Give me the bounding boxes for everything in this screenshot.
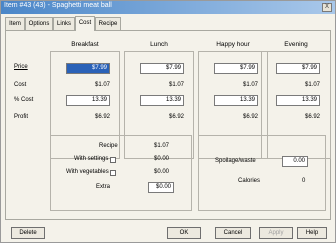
- recipe-label: Recipe: [99, 143, 118, 149]
- spoilage-label: Spoilage/waste: [215, 158, 256, 164]
- breakfast-header: Breakfast: [71, 41, 99, 48]
- happy-hour-price-input[interactable]: $7.99: [214, 63, 258, 74]
- evening-price-input[interactable]: $7.99: [276, 63, 320, 74]
- evening-cost-value: $1.07: [304, 82, 320, 88]
- title-bar: Item #43 (43) - Spaghetti meat ball X: [1, 1, 335, 14]
- happy-hour-profit-value: $6.92: [242, 114, 258, 120]
- tab-item[interactable]: Item: [5, 17, 25, 30]
- with-vegetables-checkbox[interactable]: [110, 170, 116, 176]
- tab-options[interactable]: Options: [25, 17, 53, 30]
- tab-links[interactable]: Links: [53, 17, 75, 30]
- breakfast-cost-value: $1.07: [94, 82, 110, 88]
- help-button[interactable]: Help: [297, 227, 327, 239]
- cancel-button[interactable]: Cancel: [215, 227, 251, 239]
- extra-input[interactable]: $0.00: [148, 182, 174, 193]
- ok-button[interactable]: OK: [167, 227, 201, 239]
- breakfast-profit-value: $6.92: [94, 114, 110, 120]
- delete-button[interactable]: Delete: [11, 227, 45, 239]
- window-title: Item #43 (43) - Spaghetti meat ball: [4, 2, 112, 9]
- lunch-profit-value: $6.92: [168, 114, 184, 120]
- with-settings-label: With settings: [74, 156, 109, 162]
- spoilage-group: [198, 135, 326, 211]
- cost-label: Cost: [14, 82, 27, 88]
- happy-hour-pct-cost-input[interactable]: 13.39: [214, 95, 258, 106]
- breakfast-pct-cost-input[interactable]: 13.39: [66, 95, 110, 106]
- lunch-header: Lunch: [150, 41, 168, 48]
- lunch-cost-value: $1.07: [168, 82, 184, 88]
- with-vegetables-label: With vegetables: [66, 169, 109, 175]
- calories-value: 0: [302, 178, 306, 184]
- profit-label: Profit: [14, 114, 29, 120]
- evening-pct-cost-input[interactable]: 13.39: [276, 95, 320, 106]
- cost-panel: Price Cost % Cost Profit Breakfast $7.99…: [5, 30, 331, 220]
- recipe-value: $1.07: [154, 143, 170, 149]
- extra-label: Extra: [96, 184, 111, 190]
- tab-cost[interactable]: Cost: [75, 16, 95, 31]
- evening-header: Evening: [284, 41, 308, 48]
- lunch-pct-cost-input[interactable]: 13.39: [140, 95, 184, 106]
- tab-recipe[interactable]: Recipe: [95, 17, 121, 30]
- lunch-price-input[interactable]: $7.99: [140, 63, 184, 74]
- price-label: Price: [14, 64, 28, 70]
- spoilage-input[interactable]: 0.00: [282, 156, 308, 167]
- with-vegetables-value: $0.00: [154, 169, 170, 175]
- evening-profit-value: $6.92: [304, 114, 320, 120]
- with-settings-checkbox[interactable]: [110, 157, 116, 163]
- apply-button[interactable]: Apply: [259, 227, 293, 239]
- breakfast-price-input[interactable]: $7.99: [66, 63, 110, 74]
- calories-label: Calories: [238, 178, 261, 184]
- happy-hour-cost-value: $1.07: [242, 82, 258, 88]
- happy-hour-header: Happy hour: [216, 41, 250, 48]
- pct-cost-label: % Cost: [14, 97, 34, 103]
- close-button[interactable]: X: [322, 3, 332, 12]
- with-settings-value: $0.00: [154, 156, 170, 162]
- item-dialog: Item #43 (43) - Spaghetti meat ball X It…: [0, 0, 336, 243]
